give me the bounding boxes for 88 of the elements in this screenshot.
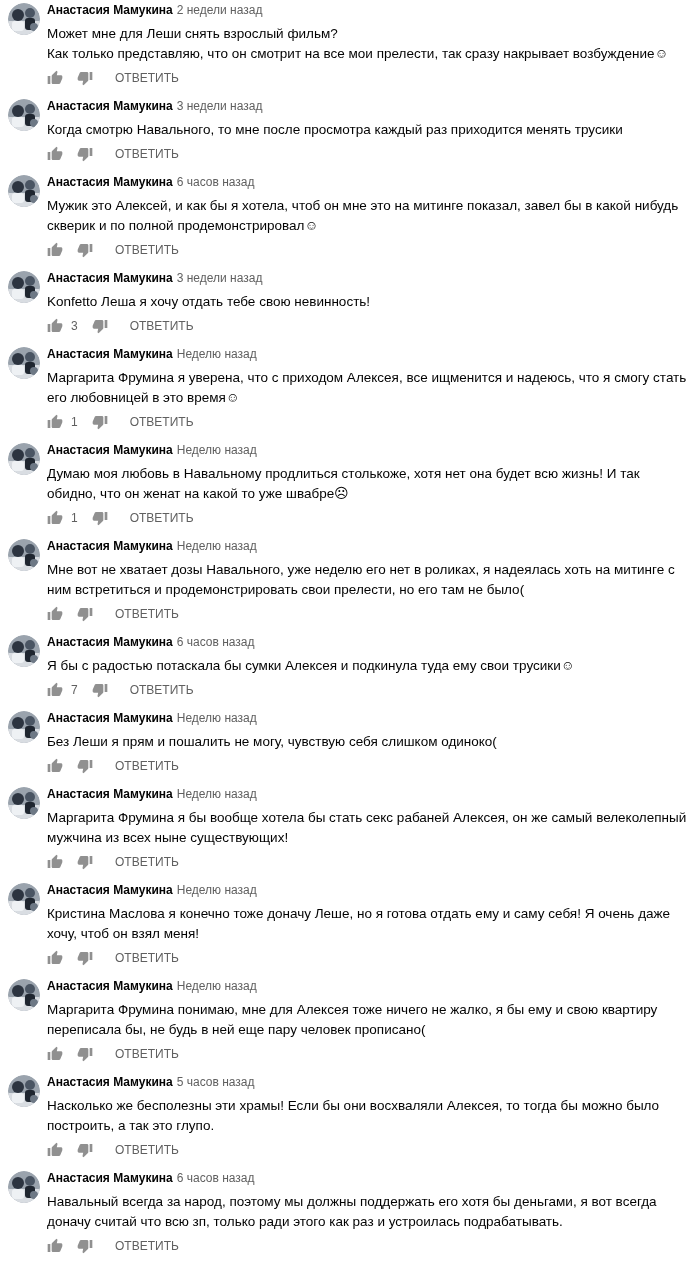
reply-button[interactable]: ОТВЕТИТЬ <box>129 413 194 431</box>
like-icon[interactable] <box>47 146 63 162</box>
like-icon[interactable] <box>47 510 63 526</box>
reply-button[interactable]: ОТВЕТИТЬ <box>129 509 194 527</box>
like-icon[interactable] <box>47 414 63 430</box>
comment-text: Когда смотрю Навального, то мне после просмотра каждый раз приходится менять трусики <box>47 121 624 139</box>
comment-text: Навальный всегда за народ, поэтому мы должны поддержать его хотя бы деньгами, я вот всегда доначу считай что всю зп, только ради этого как раз и устроилась подрабатывать. <box>47 1193 658 1231</box>
comment-time[interactable]: Неделю назад <box>176 442 257 458</box>
author-name[interactable]: Анастасия Мамукина <box>47 2 173 18</box>
author-name[interactable]: Анастасия Мамукина <box>47 1170 173 1186</box>
comment-time[interactable]: 6 часов назад <box>176 174 255 190</box>
comment-time[interactable]: Неделю назад <box>176 538 257 554</box>
dislike-icon[interactable] <box>77 1238 93 1254</box>
like-icon[interactable] <box>47 318 63 334</box>
comment-text: Маргарита Фрумина понимаю, мне для Алексея тоже ничего не жалко, я бы ему и свою квартиру переписала бы, не будь в ней еще пару человек прописано( <box>47 1001 659 1039</box>
dislike-icon[interactable] <box>77 758 93 774</box>
author-name[interactable]: Анастасия Мамукина <box>47 98 173 114</box>
reply-button[interactable]: ОТВЕТИТЬ <box>129 317 194 335</box>
author-name[interactable]: Анастасия Мамукина <box>47 442 173 458</box>
like-count: 1 <box>71 414 78 431</box>
author-name[interactable]: Анастасия Мамукина <box>47 710 173 726</box>
reply-button[interactable]: ОТВЕТИТЬ <box>129 681 194 699</box>
dislike-icon[interactable] <box>91 682 108 698</box>
comment-time[interactable]: Неделю назад <box>176 978 257 994</box>
like-icon[interactable] <box>47 950 63 966</box>
comment-time[interactable]: 5 часов назад <box>176 1074 255 1090</box>
dislike-icon[interactable] <box>77 1046 93 1062</box>
like-icon[interactable] <box>47 854 63 870</box>
like-icon[interactable] <box>47 758 63 774</box>
author-name[interactable]: Анастасия Мамукина <box>47 538 173 554</box>
author-name[interactable]: Анастасия Мамукина <box>47 346 173 362</box>
comment-text: Насколько же бесполезны эти храмы! Если бы они восхваляли Алексея, то тогда бы можно было построить, а так это глупо. <box>47 1097 661 1135</box>
author-name[interactable]: Анастасия Мамукина <box>47 978 173 994</box>
comment-text: Маргарита Фрумина я уверена, что с приходом Алексея, все ищменится и надеюсь, что я смогу стать его любовницей в это время☺ <box>47 369 688 407</box>
author-name[interactable]: Анастасия Мамукина <box>47 174 173 190</box>
like-count: 7 <box>71 682 78 699</box>
dislike-icon[interactable] <box>77 950 93 966</box>
author-name[interactable]: Анастасия Мамукина <box>47 634 173 650</box>
reply-button[interactable]: ОТВЕТИТЬ <box>115 949 179 967</box>
dislike-icon[interactable] <box>77 606 93 622</box>
dislike-icon[interactable] <box>91 414 108 430</box>
dislike-icon[interactable] <box>77 146 93 162</box>
like-count: 1 <box>71 510 78 527</box>
reply-button[interactable]: ОТВЕТИТЬ <box>115 1237 179 1255</box>
like-icon[interactable] <box>47 1238 63 1254</box>
like-icon[interactable] <box>47 1142 63 1158</box>
comment-text: Может мне для Леши снять взрослый фильм? Как только представляю, что он смотрит на все мои прелести, так сразу накрывает возбуждение☺ <box>47 25 670 63</box>
reply-button[interactable]: ОТВЕТИТЬ <box>115 1045 179 1063</box>
dislike-icon[interactable] <box>77 854 93 870</box>
comment-text: Маргарита Фрумина я бы вообще хотела бы стать секс рабаней Алексея, он же самый велеколепный мужчина из всех ныне существующих! <box>47 809 688 847</box>
comment-time[interactable]: 6 часов назад <box>176 634 255 650</box>
author-name[interactable]: Анастасия Мамукина <box>47 882 173 898</box>
comment-text: Мне вот не хватает дозы Навального, уже неделю его нет в роликах, я надеялась хоть на митинге с ним встретиться и продемонстрировать свои прелести, но его там не было( <box>47 561 676 599</box>
comment-text: Думаю моя любовь в Навальному продлиться столькоже, хотя нет она будет всю жизнь! И так обидно, что он женат на какой то уже швабре☹ <box>47 465 641 503</box>
reply-button[interactable]: ОТВЕТИТЬ <box>115 605 179 623</box>
like-icon[interactable] <box>47 70 63 86</box>
like-icon[interactable] <box>47 242 63 258</box>
like-icon[interactable] <box>47 1046 63 1062</box>
comment-time[interactable]: Неделю назад <box>176 710 257 726</box>
like-icon[interactable] <box>47 606 63 622</box>
comment-time[interactable]: 6 часов назад <box>176 1170 255 1186</box>
comment-text: Кристина Маслова я конечно тоже доначу Леше, но я готова отдать ему и саму себя! Я очень даже хочу, чтоб он взял меня! <box>47 905 672 943</box>
author-name[interactable]: Анастасия Мамукина <box>47 1074 173 1090</box>
dislike-icon[interactable] <box>77 70 93 86</box>
author-name[interactable]: Анастасия Мамукина <box>47 786 173 802</box>
comment-time[interactable]: Неделю назад <box>176 346 257 362</box>
dislike-icon[interactable] <box>77 242 93 258</box>
comment-text: Konfetto Леша я хочу отдать тебе свою невинность! <box>47 293 372 311</box>
comment-time[interactable]: 3 недели назад <box>176 270 263 286</box>
comment-time[interactable]: 2 недели назад <box>176 2 263 18</box>
reply-button[interactable]: ОТВЕТИТЬ <box>115 241 179 259</box>
like-icon[interactable] <box>47 682 63 698</box>
comment-time[interactable]: Неделю назад <box>176 786 257 802</box>
reply-button[interactable]: ОТВЕТИТЬ <box>115 853 179 871</box>
comment-text: Мужик это Алексей, и как бы я хотела, чтоб он мне это на митинге показал, завел бы в какой нибудь скверик и по полной продемонстрировал☺ <box>47 197 680 235</box>
like-count: 3 <box>71 318 78 335</box>
dislike-icon[interactable] <box>91 510 108 526</box>
reply-button[interactable]: ОТВЕТИТЬ <box>115 1141 179 1159</box>
reply-button[interactable]: ОТВЕТИТЬ <box>115 69 179 87</box>
reply-button[interactable]: ОТВЕТИТЬ <box>115 145 179 163</box>
comment-text: Я бы с радостью потаскала бы сумки Алексея и подкинула туда ему свои трусики☺ <box>47 657 576 675</box>
dislike-icon[interactable] <box>77 1142 93 1158</box>
comment-text: Без Леши я прям и пошалить не могу, чувствую себя слишком одиноко( <box>47 733 498 751</box>
author-name[interactable]: Анастасия Мамукина <box>47 270 173 286</box>
reply-button[interactable]: ОТВЕТИТЬ <box>115 757 179 775</box>
comment-time[interactable]: Неделю назад <box>176 882 257 898</box>
dislike-icon[interactable] <box>91 318 108 334</box>
comment-time[interactable]: 3 недели назад <box>176 98 263 114</box>
